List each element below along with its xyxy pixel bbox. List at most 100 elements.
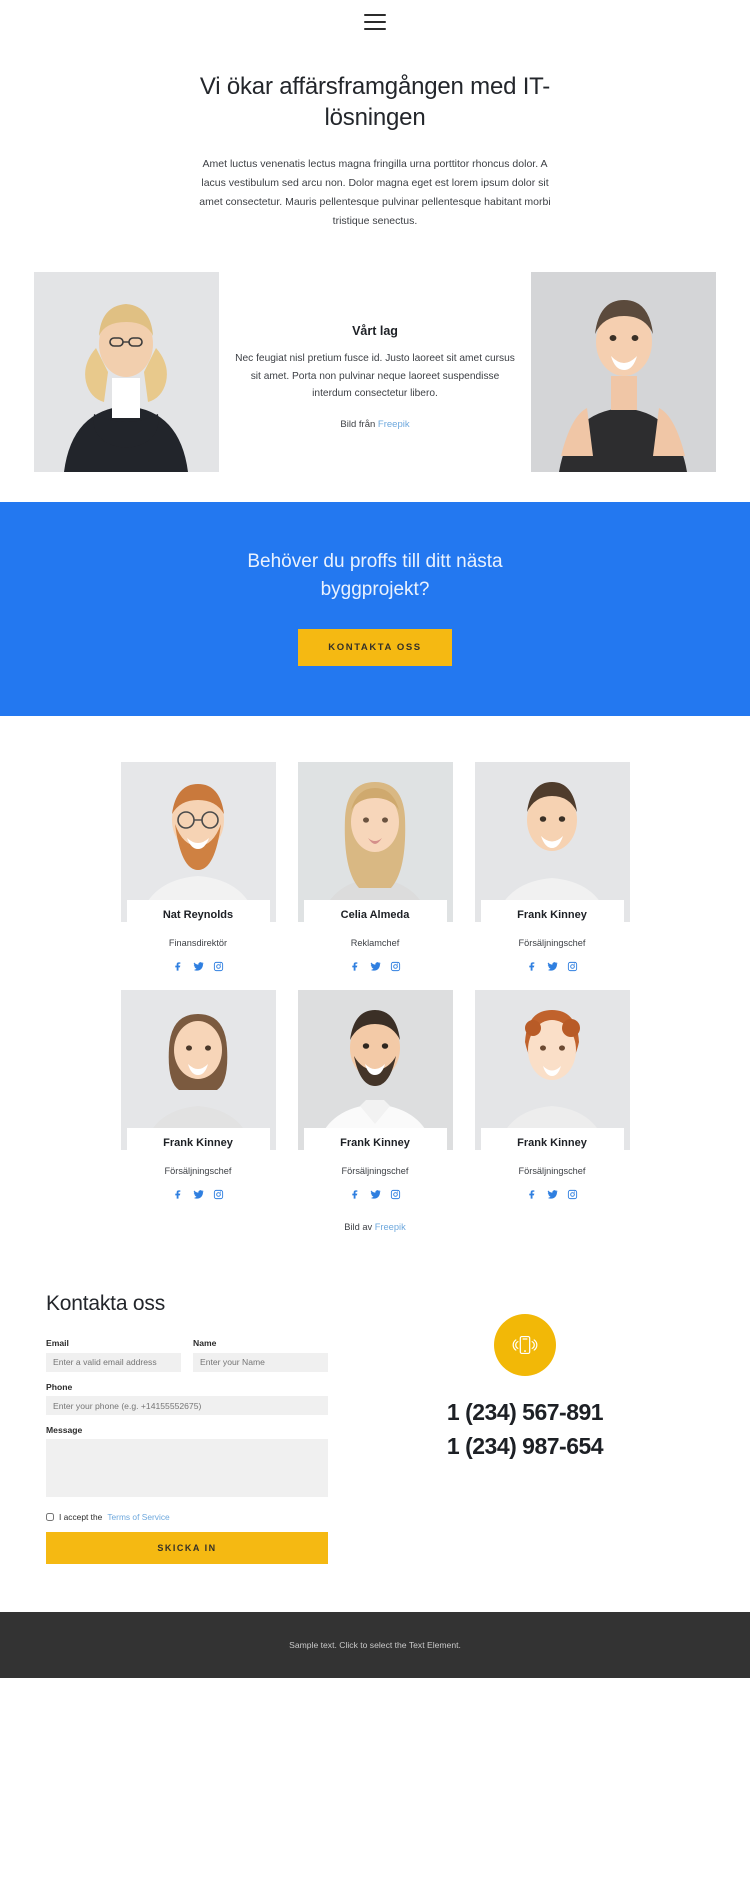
team-member-card[interactable]: Frank Kinney Försäljningschef	[474, 762, 630, 972]
contact-heading: Kontakta oss	[46, 1292, 166, 1316]
member-photo	[474, 762, 630, 923]
email-input[interactable]	[46, 1352, 181, 1372]
facebook-icon[interactable]	[173, 961, 184, 972]
name-label: Name	[193, 1338, 217, 1349]
member-name: Celia Almeda	[303, 900, 447, 930]
smiling-man-illustration	[474, 762, 630, 923]
intro-image-credit: Bild från Freepik	[233, 419, 517, 430]
message-label: Message	[46, 1425, 83, 1436]
member-photo	[120, 990, 276, 1151]
team-intro-paragraph: Nec feugiat nisl pretium fusce id. Justo…	[235, 353, 515, 400]
member-name: Frank Kinney	[303, 1128, 447, 1158]
team-credit-link[interactable]: Freepik	[375, 1222, 406, 1232]
team-intro-text: Vårt lag Nec feugiat nisl pretium fusce …	[219, 272, 531, 430]
intro-credit-prefix: Bild från	[340, 418, 378, 430]
hero-section: Vi ökar affärsframgången med IT-lösninge…	[0, 44, 750, 240]
member-role: Försäljningschef	[341, 1166, 409, 1177]
terms-checkbox[interactable]	[46, 1513, 54, 1522]
member-name: Frank Kinney	[480, 900, 624, 930]
site-header	[0, 0, 750, 44]
twitter-icon[interactable]	[547, 1189, 558, 1200]
member-role: Försäljningschef	[164, 1166, 232, 1177]
redhead-woman-illustration	[474, 990, 630, 1151]
team-image-credit: Bild av Freepik	[0, 1222, 750, 1232]
hero-subtitle: Amet luctus venenatis lectus magna fring…	[199, 158, 551, 227]
contact-form: Kontakta oss Email Name Phone Message I …	[46, 1292, 328, 1565]
phone-field-group: Phone	[46, 1382, 328, 1416]
member-photo	[120, 762, 276, 923]
twitter-icon[interactable]	[193, 961, 204, 972]
twitter-icon[interactable]	[370, 1189, 381, 1200]
businesswoman-illustration	[34, 272, 219, 473]
burger-line	[364, 21, 386, 23]
message-field-group: Message	[46, 1425, 328, 1502]
terms-of-service-link[interactable]: Terms of Service	[107, 1512, 169, 1522]
member-role: Försäljningschef	[518, 938, 586, 949]
member-photo	[474, 990, 630, 1151]
submit-button[interactable]: SKICKA IN	[46, 1532, 328, 1565]
team-member-card[interactable]: Frank Kinney Försäljningschef	[474, 990, 630, 1200]
intro-credit-link[interactable]: Freepik	[378, 419, 410, 430]
cta-banner: Behöver du proffs till ditt nästa byggpr…	[0, 502, 750, 717]
facebook-icon[interactable]	[527, 961, 538, 972]
member-name: Nat Reynolds	[126, 900, 270, 930]
contact-section: Kontakta oss Email Name Phone Message I …	[0, 1232, 750, 1612]
facebook-icon[interactable]	[173, 1189, 184, 1200]
contact-row-email-name: Email Name	[46, 1338, 328, 1382]
facebook-icon[interactable]	[527, 1189, 538, 1200]
instagram-icon[interactable]	[567, 961, 578, 972]
twitter-icon[interactable]	[193, 1189, 204, 1200]
site-footer: Sample text. Click to select the Text El…	[0, 1612, 750, 1679]
member-socials	[121, 1189, 276, 1200]
mobile-phone-ringing-icon	[494, 1314, 556, 1377]
member-photo	[297, 762, 453, 923]
bearded-man-illustration	[120, 762, 276, 923]
member-role: Försäljningschef	[518, 1166, 586, 1177]
member-name: Frank Kinney	[126, 1128, 270, 1158]
man-white-shirt-illustration	[297, 990, 453, 1151]
page-title: Vi ökar affärsframgången med IT-lösninge…	[199, 73, 551, 131]
instagram-icon[interactable]	[213, 1189, 224, 1200]
phone-input[interactable]	[46, 1396, 328, 1416]
email-label: Email	[46, 1338, 69, 1349]
facebook-icon[interactable]	[350, 1189, 361, 1200]
phone-label: Phone	[46, 1381, 73, 1392]
team-intro-section: Vårt lag Nec feugiat nisl pretium fusce …	[0, 272, 750, 473]
member-socials	[475, 961, 630, 972]
team-row-2: Frank Kinney Försäljningschef Frank Kinn…	[0, 990, 750, 1200]
instagram-icon[interactable]	[390, 961, 401, 972]
member-socials	[298, 1189, 453, 1200]
team-member-card[interactable]: Frank Kinney Försäljningschef	[120, 990, 276, 1200]
team-member-card[interactable]: Celia Almeda Reklamchef	[297, 762, 453, 972]
instagram-icon[interactable]	[390, 1189, 401, 1200]
team-member-card[interactable]: Nat Reynolds Finansdirektör	[120, 762, 276, 972]
brunette-woman-illustration	[120, 990, 276, 1151]
terms-row: I accept the Terms of Service	[46, 1512, 328, 1522]
phone-number-1: 1 (234) 567-891	[446, 1399, 604, 1426]
facebook-icon[interactable]	[350, 961, 361, 972]
intro-photo-right	[531, 272, 716, 473]
intro-photo-left	[34, 272, 219, 473]
instagram-icon[interactable]	[567, 1189, 578, 1200]
footer-text: Sample text. Click to select the Text El…	[289, 1640, 461, 1651]
blonde-woman-illustration	[297, 762, 453, 923]
twitter-icon[interactable]	[370, 961, 381, 972]
team-row-1: Nat Reynolds Finansdirektör Celia Almeda…	[0, 762, 750, 972]
team-intro-heading: Vårt lag	[352, 324, 398, 339]
member-socials	[298, 961, 453, 972]
burger-line	[364, 14, 386, 16]
team-member-card[interactable]: Frank Kinney Försäljningschef	[297, 990, 453, 1200]
member-socials	[121, 961, 276, 972]
name-field-group: Name	[193, 1338, 328, 1372]
twitter-icon[interactable]	[547, 961, 558, 972]
message-textarea[interactable]	[46, 1439, 328, 1498]
terms-text: I accept the	[59, 1512, 103, 1523]
contact-phone-block: 1 (234) 567-891 1 (234) 987-654	[346, 1292, 704, 1564]
name-input[interactable]	[193, 1352, 328, 1372]
member-socials	[475, 1189, 630, 1200]
member-name: Frank Kinney	[480, 1128, 624, 1158]
instagram-icon[interactable]	[213, 961, 224, 972]
team-credit-prefix: Bild av	[344, 1222, 375, 1233]
hamburger-menu-icon[interactable]	[364, 14, 386, 30]
contact-us-button[interactable]: KONTAKTA OSS	[298, 629, 452, 667]
